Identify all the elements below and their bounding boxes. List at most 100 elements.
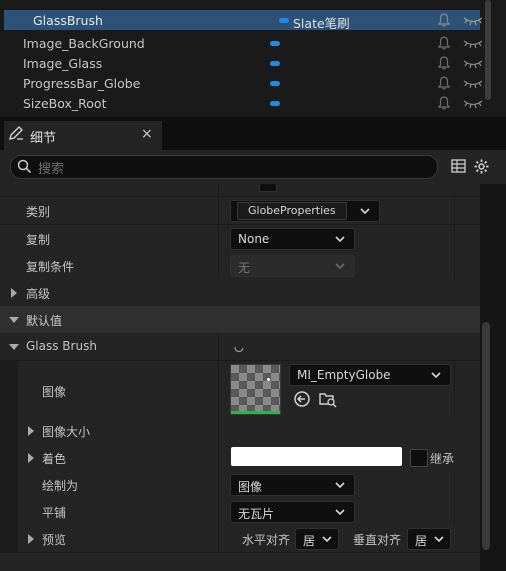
search-placeholder: 搜索 <box>38 162 65 177</box>
property-row-partial <box>0 184 480 197</box>
valign-dropdown[interactable]: 居 <box>407 528 451 550</box>
section-advanced[interactable]: 高级 <box>0 279 480 307</box>
chevron-right-icon <box>28 534 34 544</box>
browse-asset-icon[interactable] <box>319 390 337 408</box>
tab-details[interactable] <box>4 121 162 150</box>
property-row-glass-brush[interactable]: Glass Brush <box>0 333 480 361</box>
variable-name: Image_BackGround <box>23 36 145 51</box>
category-label: 类别 <box>26 205 51 219</box>
replication-condition-dropdown: 无 <box>230 255 355 277</box>
chevron-down-icon <box>431 372 441 379</box>
variable-name: GlassBrush <box>33 13 103 28</box>
variables-panel: GlassBrush Slate笔刷 Image_BackGround Imag… <box>0 0 506 117</box>
draw-as-value: 图像 <box>238 480 263 494</box>
bell-icon[interactable] <box>436 35 452 51</box>
chevron-down-icon <box>335 482 345 489</box>
table-view-icon[interactable] <box>451 159 466 173</box>
bell-icon[interactable] <box>436 12 452 28</box>
reset-arrow-icon[interactable] <box>232 340 246 354</box>
details-properties-panel: 类别 GlobeProperties 复制 None 复制条件 无 高级 默认值… <box>0 184 480 571</box>
property-row-preview[interactable]: 预览 水平对齐 居 垂直对齐 居 <box>0 525 480 553</box>
gear-icon[interactable] <box>473 158 490 175</box>
property-row-draw-as: 绘制为 图像 <box>0 471 480 499</box>
image-thumbnail[interactable] <box>230 364 281 415</box>
chevron-down-icon <box>9 344 19 350</box>
tiling-dropdown[interactable]: 无瓦片 <box>230 501 355 523</box>
halign-label: 水平对齐 <box>242 533 291 547</box>
chevron-down-icon <box>434 536 444 543</box>
glass-brush-label: Glass Brush <box>26 339 97 353</box>
bell-icon[interactable] <box>436 75 452 91</box>
tiling-value: 无瓦片 <box>238 507 275 521</box>
tint-color-swatch[interactable] <box>231 447 402 466</box>
replication-label: 复制 <box>26 233 51 247</box>
variable-type-label: Slate笔刷 <box>293 16 350 31</box>
replication-condition-value: 无 <box>238 261 251 275</box>
variable-row-progressbar-globe[interactable]: ProgressBar_Globe <box>4 73 483 93</box>
pencil-list-icon <box>9 126 23 140</box>
valign-value: 居 <box>415 534 428 548</box>
chevron-right-icon <box>28 426 34 436</box>
category-combobox[interactable]: GlobeProperties <box>230 200 380 222</box>
default-value-label: 默认值 <box>26 314 63 328</box>
close-icon[interactable]: × <box>141 126 153 142</box>
checkbox[interactable] <box>259 184 277 192</box>
property-row-tiling: 平铺 无瓦片 <box>0 498 480 526</box>
variable-name: SizeBox_Root <box>23 96 107 111</box>
inherit-checkbox[interactable] <box>410 449 428 467</box>
image-size-label: 图像大小 <box>42 425 91 439</box>
use-selected-asset-icon[interactable] <box>293 390 311 408</box>
variable-row-image-background[interactable]: Image_BackGround <box>4 33 483 53</box>
variable-type-pill <box>270 101 280 106</box>
details-scrollbar-thumb[interactable] <box>482 322 490 550</box>
chevron-right-icon <box>28 453 34 463</box>
inherit-label: 继承 <box>430 452 455 466</box>
search-input[interactable] <box>10 155 438 179</box>
chevron-right-icon <box>11 288 17 298</box>
variable-type-pill <box>270 81 280 86</box>
chevron-down-icon <box>335 236 345 243</box>
eye-closed-icon[interactable] <box>462 75 484 91</box>
category-value: GlobeProperties <box>237 202 347 220</box>
halign-dropdown[interactable]: 居 <box>295 528 339 550</box>
asset-type-bar <box>231 411 280 414</box>
search-icon <box>17 159 32 174</box>
chevron-down-icon <box>322 536 332 543</box>
bell-icon[interactable] <box>436 55 452 71</box>
replication-dropdown[interactable]: None <box>230 228 355 250</box>
variable-row-image-glass[interactable]: Image_Glass <box>4 53 483 73</box>
eye-closed-icon[interactable] <box>462 55 484 71</box>
chevron-down-icon <box>335 263 345 270</box>
variable-row-sizebox-root[interactable]: SizeBox_Root <box>4 93 483 113</box>
chevron-down-icon <box>335 509 345 516</box>
eye-closed-icon[interactable] <box>462 95 484 111</box>
variables-scrollbar-thumb[interactable] <box>485 0 491 100</box>
variable-name: ProgressBar_Globe <box>23 76 141 91</box>
image-label: 图像 <box>42 385 67 399</box>
property-row-image: 图像 MI_EmptyGlobe <box>0 361 480 422</box>
variable-row-glassbrush[interactable]: GlassBrush Slate笔刷 <box>4 10 483 31</box>
tiling-label: 平铺 <box>42 506 67 520</box>
eye-closed-icon[interactable] <box>462 12 484 28</box>
chevron-down-icon <box>360 208 370 215</box>
tint-label: 着色 <box>42 452 67 466</box>
properties-bottom-area <box>0 553 480 571</box>
replication-value: None <box>238 232 270 246</box>
eye-closed-icon[interactable] <box>462 35 484 51</box>
preview-label: 预览 <box>42 533 67 547</box>
image-asset-value: MI_EmptyGlobe <box>297 368 391 382</box>
property-row-image-size[interactable]: 图像大小 <box>0 417 480 445</box>
halign-value: 居 <box>303 534 316 548</box>
chevron-down-icon <box>9 317 19 323</box>
property-row-tint[interactable]: 着色 继承 <box>0 444 480 472</box>
draw-as-dropdown[interactable]: 图像 <box>230 474 355 496</box>
property-row-replication: 复制 None <box>0 225 480 253</box>
bell-icon[interactable] <box>436 95 452 111</box>
variable-type-pill <box>279 18 289 23</box>
replication-condition-label: 复制条件 <box>26 260 75 274</box>
thumbnail-highlight <box>267 378 270 381</box>
image-asset-picker[interactable]: MI_EmptyGlobe <box>289 364 451 386</box>
category-default-value[interactable]: 默认值 <box>0 306 480 334</box>
tab-details-label: 细节 <box>30 131 57 146</box>
variable-type-pill <box>270 41 280 46</box>
